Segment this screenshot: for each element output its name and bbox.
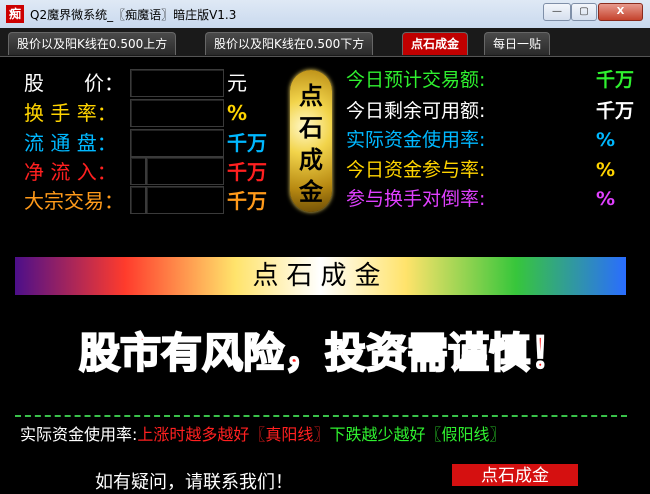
est-trade-amount-label: 今日预计交易额: xyxy=(346,69,486,91)
block-trade-input[interactable] xyxy=(146,186,224,214)
net-inflow-label: 净 流 入： xyxy=(24,160,117,184)
tab-strip: 股价以及阳K线在0.500上方 股价以及阳K线在0.500下方 点石成金 每日一… xyxy=(0,28,650,57)
badge-char-1: 点 xyxy=(299,82,323,110)
close-button[interactable]: X xyxy=(598,3,643,21)
banner-text: 点石成金 xyxy=(252,261,389,291)
tab-below-0500[interactable]: 股价以及阳K线在0.500下方 xyxy=(205,32,374,55)
net-inflow-input[interactable] xyxy=(146,157,224,185)
contact-text: 如有疑问，请联系我们！ xyxy=(95,472,293,493)
badge-char-2: 石 xyxy=(299,114,323,142)
participation-rate-unit: % xyxy=(596,159,616,181)
capital-usage-label: 实际资金使用率: xyxy=(346,129,486,151)
window-title: Q2魔界微系统_〖痴魔语〗暗庄版V1.3 xyxy=(30,8,237,22)
turnover-rate-input[interactable] xyxy=(130,99,224,127)
tab-dianshichengjin[interactable]: 点石成金 xyxy=(402,32,469,55)
dianshichengjin-badge[interactable]: 点 石 成 金 xyxy=(290,70,332,212)
capital-usage-tip: 实际资金使用率:上涨时越多越好〖真阳线〗下跌越少越好〖假阳线〗 xyxy=(20,425,506,445)
remaining-amount-label: 今日剩余可用额: xyxy=(346,100,486,122)
dashed-divider xyxy=(15,415,627,417)
app-logo-icon: 痴 xyxy=(6,5,24,23)
est-trade-amount-unit: 千万 xyxy=(596,69,635,91)
price-input[interactable] xyxy=(130,69,224,97)
badge-char-4: 金 xyxy=(299,178,323,206)
risk-warning: 股市有风险，投资需谨慎！ xyxy=(78,328,572,378)
tip-rise-end: 〗 xyxy=(313,425,330,444)
tip-fall: 下跌越少越好〖 xyxy=(329,425,442,444)
maximize-button[interactable]: ▢ xyxy=(571,3,597,21)
tab-above-0500[interactable]: 股价以及阳K线在0.500上方 xyxy=(8,32,177,55)
wash-trade-rate-unit: % xyxy=(596,188,616,210)
block-trade-label: 大宗交易： xyxy=(24,189,124,213)
price-unit: 元 xyxy=(227,71,247,95)
badge-char-3: 成 xyxy=(299,146,323,174)
float-shares-label: 流 通 盘： xyxy=(24,131,117,155)
wash-trade-rate-label: 参与换手对倒率: xyxy=(346,188,486,210)
participation-rate-label: 今日资金参与率: xyxy=(346,159,486,181)
block-trade-unit: 千万 xyxy=(227,189,267,213)
float-shares-input[interactable] xyxy=(130,129,224,157)
tip-fall-end: 〗 xyxy=(489,425,506,444)
float-shares-unit: 千万 xyxy=(227,131,267,155)
block-trade-sign-box[interactable] xyxy=(130,186,146,214)
turnover-rate-unit: % xyxy=(227,101,248,125)
tip-rise: 上涨时越多越好〖 xyxy=(137,425,266,444)
price-label: 股 价： xyxy=(24,71,124,95)
remaining-amount-unit: 千万 xyxy=(596,100,635,122)
minimize-button[interactable]: — xyxy=(543,3,571,21)
turnover-rate-label: 换 手 率： xyxy=(24,101,117,125)
tab-daily-post[interactable]: 每日一贴 xyxy=(484,32,551,55)
tip-fall-tag: 假阳线 xyxy=(441,425,490,444)
title-bar: 痴 Q2魔界微系统_〖痴魔语〗暗庄版V1.3 — ▢ X xyxy=(0,0,650,29)
tip-rise-tag: 真阳线 xyxy=(265,425,314,444)
capital-usage-unit: % xyxy=(596,129,616,151)
contact-button[interactable]: 点石成金 xyxy=(452,464,578,486)
net-inflow-sign-box[interactable] xyxy=(130,157,146,185)
dianshichengjin-banner: 点石成金 xyxy=(15,257,626,295)
net-inflow-unit: 千万 xyxy=(227,160,267,184)
tip-label: 实际资金使用率: xyxy=(20,425,138,444)
